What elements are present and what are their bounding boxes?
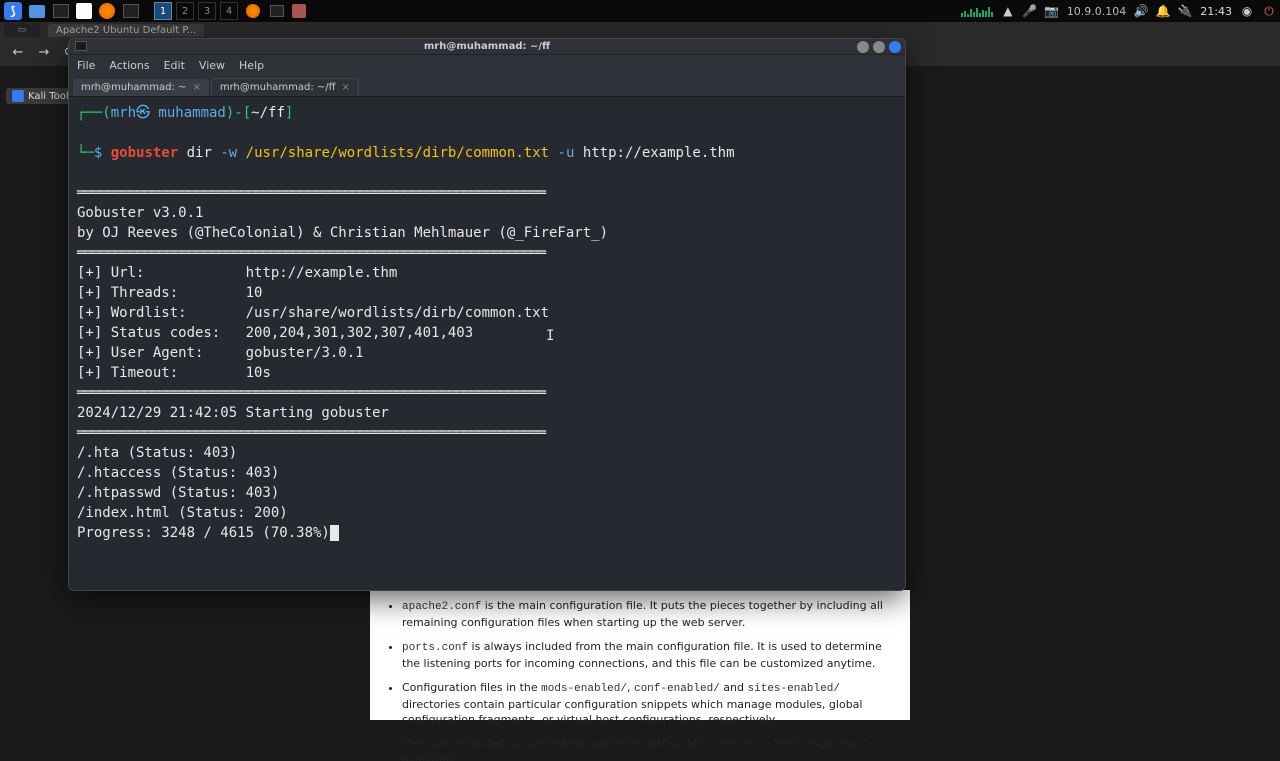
param-codes: [+] Status codes: 200,204,301,302,307,40… [77,325,473,341]
menu-actions[interactable]: Actions [109,59,149,72]
running-app-icon[interactable] [292,4,306,18]
network-graph-icon[interactable] [961,5,993,17]
menu-help[interactable]: Help [239,59,264,72]
notifications-icon[interactable]: 🔔 [1156,4,1170,18]
cmd-subcommand: dir [187,145,212,161]
workspace-4[interactable]: 4 [220,2,238,20]
param-timeout: [+] Timeout: 10s [77,365,271,381]
terminal-tabbar: mrh@muhammad: ~ × mrh@muhammad: ~/ff × [69,75,905,97]
kali-bookmark-icon [12,90,24,102]
menu-file[interactable]: File [77,59,95,72]
terminal-tab-2-label: mrh@muhammad: ~/ff [220,82,336,93]
cursor-block [330,525,339,541]
terminal-tab-1[interactable]: mrh@muhammad: ~ × [73,79,209,96]
tab-close-icon[interactable]: × [192,82,200,93]
terminal-window-icon [75,41,87,51]
terminal-launcher-icon[interactable] [52,2,70,20]
running-firefox-icon[interactable] [244,2,262,20]
workspace-3[interactable]: 3 [198,2,216,20]
cmd-flag-u: -u [558,145,575,161]
minimize-button[interactable] [857,41,869,53]
param-wordlist: [+] Wordlist: /usr/share/wordlists/dirb/… [77,305,549,321]
prompt-user: mrh㉿ muhammad [111,105,226,121]
terminal-tab-1-label: mrh@muhammad: ~ [81,82,186,93]
menu-view[interactable]: View [199,59,225,72]
apache-li-1: apache2.conf is the main configuration f… [402,598,898,631]
terminal-window: mrh@muhammad: ~/ff File Actions Edit Vie… [68,38,906,591]
param-threads: [+] Threads: 10 [77,285,262,301]
param-url: [+] Url: http://example.thm [77,265,397,281]
firefox-icon[interactable] [98,2,116,20]
prompt-path: ~/ff [251,105,285,121]
cmd-target: http://example.thm [583,145,735,161]
back-button[interactable]: ← [8,42,28,62]
result-line-4: /index.html (Status: 200) [77,505,288,521]
tab-close-icon[interactable]: × [342,82,350,93]
taskbar-launchers: ⟆ 1 2 3 4 [4,2,306,20]
workspace-switcher: 1 2 3 4 [154,2,238,20]
top-taskbar: ⟆ 1 2 3 4 ▲ 🎤 📷 10.9.0.104 🔊 🔔 🔌 21:43 ◉ [0,0,1280,22]
cmd-wordlist: /usr/share/wordlists/dirb/common.txt [246,145,549,161]
start-line: 2024/12/29 21:42:05 Starting gobuster [77,405,389,421]
apache-li-4: They are activated by symlinking availab… [402,736,898,761]
param-ua: [+] User Agent: gobuster/3.0.1 [77,345,364,361]
result-line-2: /.htaccess (Status: 403) [77,465,279,481]
terminal-tab-2[interactable]: mrh@muhammad: ~/ff × [211,78,359,96]
cmd-binary: gobuster [111,145,178,161]
terminal-dropdown-icon[interactable] [122,2,140,20]
browser-tab[interactable]: Apache2 Ubuntu Default P... [48,24,204,37]
lock-icon[interactable]: ◉ [1240,4,1254,18]
text-cursor-icon: I [546,326,547,340]
terminal-title: mrh@muhammad: ~/ff [424,41,550,52]
kali-menu-icon[interactable]: ⟆ [4,2,22,20]
apache-li-2: ports.conf is always included from the m… [402,639,898,672]
divider-line: ════════════════════════════════════════… [77,185,545,201]
filemanager-icon[interactable] [28,2,46,20]
close-window-button[interactable] [889,41,901,53]
terminal-menubar: File Actions Edit View Help [69,55,905,75]
browser-newtab-icon[interactable]: ▭ [4,23,40,37]
progress-line: Progress: 3248 / 4615 (70.38%) [77,525,339,541]
text-editor-icon[interactable] [76,3,92,19]
clock-label[interactable]: 21:43 [1200,5,1232,18]
maximize-button[interactable] [873,41,885,53]
banner-line-2: by OJ Reeves (@TheColonial) & Christian … [77,225,608,241]
workspace-2[interactable]: 2 [176,2,194,20]
battery-icon[interactable]: 🔌 [1178,4,1192,18]
workspace-1[interactable]: 1 [154,2,172,20]
camera-icon[interactable]: 📷 [1045,4,1059,18]
forward-button[interactable]: → [34,42,54,62]
result-line-1: /.hta (Status: 403) [77,445,237,461]
apache-default-page: apache2.conf is the main configuration f… [370,590,910,720]
divider-line: ════════════════════════════════════════… [77,245,545,261]
ip-address-label: 10.9.0.104 [1067,5,1126,18]
microphone-icon[interactable]: 🎤 [1023,4,1037,18]
prompt-symbol: $ [94,145,102,161]
kali-tools-label: Kali Tools [28,91,74,102]
volume-icon[interactable]: 🔊 [1134,4,1148,18]
apache-li-3: Configuration files in the mods-enabled/… [402,680,898,728]
result-line-3: /.htpasswd (Status: 403) [77,485,279,501]
terminal-titlebar[interactable]: mrh@muhammad: ~/ff [69,39,905,55]
power-icon[interactable]: ⏻ [1262,4,1276,18]
banner-line-1: Gobuster v3.0.1 [77,205,203,221]
running-term-icon[interactable] [268,2,286,20]
cmd-flag-w: -w [220,145,237,161]
terminal-body[interactable]: ┌──(mrh㉿ muhammad)-[~/ff] └─$ gobuster d… [69,97,905,590]
divider-line: ════════════════════════════════════════… [77,425,545,441]
system-tray: ▲ 🎤 📷 10.9.0.104 🔊 🔔 🔌 21:43 ◉ ⏻ [961,4,1276,18]
menu-edit[interactable]: Edit [164,59,185,72]
divider-line: ════════════════════════════════════════… [77,385,545,401]
wifi-icon[interactable]: ▲ [1001,4,1015,18]
browser-tabbar: ▭ Apache2 Ubuntu Default P... [0,22,1280,38]
